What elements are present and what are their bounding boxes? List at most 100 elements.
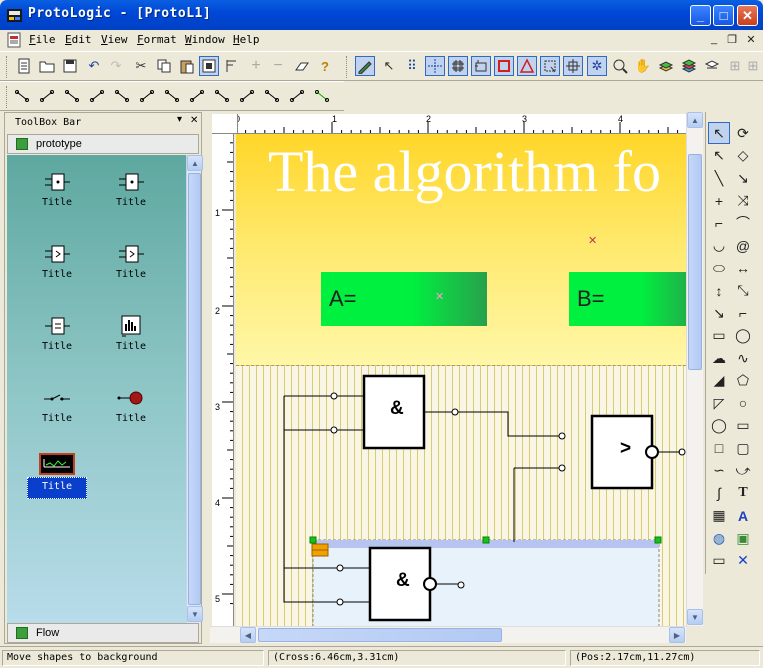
connector-8-icon[interactable] [187, 86, 207, 106]
menu-view[interactable]: View [101, 33, 128, 46]
shape-icon[interactable]: ◸ [708, 392, 730, 414]
ellipse-icon[interactable]: ⬭ [708, 257, 730, 279]
image-icon[interactable]: ▣ [732, 527, 754, 549]
callout-icon[interactable]: ▭ [708, 325, 730, 347]
connector-2-icon[interactable] [37, 86, 57, 106]
menu-help[interactable]: Help [233, 33, 260, 46]
toolbox-section-header[interactable]: prototype [7, 134, 199, 154]
line-icon[interactable]: ╲ [708, 167, 730, 189]
open-folder-icon[interactable] [37, 56, 57, 76]
triangle-icon[interactable] [517, 56, 537, 76]
rotate-icon[interactable]: ⟳ [732, 122, 754, 144]
minimize-button[interactable]: _ [690, 5, 711, 26]
new-document-icon[interactable] [14, 56, 34, 76]
variable-a-box[interactable]: A= ✕ [321, 272, 487, 326]
select-mode-icon[interactable]: ↖ [379, 56, 399, 76]
crosshair-icon[interactable] [563, 56, 583, 76]
connector-12-icon[interactable] [287, 86, 307, 106]
menu-edit[interactable]: Edit [65, 33, 92, 46]
connector-10-icon[interactable] [237, 86, 257, 106]
frame-icon[interactable] [471, 56, 491, 76]
drawing-canvas[interactable]: The algorithm fo ✕ A= ✕ B= & > & [236, 134, 686, 626]
document-icon[interactable] [6, 32, 22, 48]
edit-mode-icon[interactable] [355, 56, 375, 76]
text-icon[interactable]: T [732, 482, 754, 504]
menu-file[interactable]: File [29, 33, 56, 46]
cloud-icon[interactable]: ☁ [708, 347, 730, 369]
print-preview-icon[interactable] [199, 56, 219, 76]
cross-icon[interactable]: + [708, 190, 730, 212]
connector-13-icon[interactable] [312, 86, 332, 106]
group-anchor[interactable] [311, 543, 329, 551]
scroll-thumb[interactable] [188, 173, 201, 605]
cut-icon[interactable]: ✂ [131, 56, 151, 76]
connector-11-icon[interactable] [262, 86, 282, 106]
scroll-thumb[interactable] [258, 628, 502, 642]
toolbox-item[interactable]: Title [99, 309, 163, 375]
variable-b-box[interactable]: B= [569, 272, 686, 326]
run-icon[interactable] [702, 56, 722, 76]
scroll-up-button[interactable]: ▲ [187, 155, 203, 171]
layers-icon[interactable] [679, 56, 699, 76]
group-anchor[interactable] [311, 549, 329, 557]
scroll-down-button[interactable]: ▼ [187, 606, 203, 622]
callout2-icon[interactable]: ◯ [732, 325, 754, 347]
hand-icon[interactable]: ✋ [633, 56, 653, 76]
text-art-icon[interactable]: A [732, 505, 754, 527]
toolbox-section-footer[interactable]: Flow [7, 623, 199, 643]
rectangle-icon[interactable]: ▭ [732, 415, 754, 437]
gear-icon[interactable]: ✲ [587, 56, 607, 76]
grid-extra-icon[interactable]: ⊞ [725, 56, 745, 76]
maximize-button[interactable]: □ [713, 5, 734, 26]
s-curve-icon[interactable]: ∫ [708, 482, 730, 504]
dimension-v-icon[interactable]: ↕ [708, 280, 730, 302]
toolbox-item[interactable]: Title [99, 237, 163, 303]
toolbox-scrollbar[interactable]: ▲ ▼ [186, 155, 203, 623]
table-icon[interactable]: ▦ [708, 505, 730, 527]
measure-icon[interactable]: ↘ [708, 302, 730, 324]
canvas-heading[interactable]: The algorithm fo [268, 138, 661, 205]
toolbox-item-selected[interactable]: Title [25, 449, 89, 515]
grid-dots-icon[interactable]: ⠿ [402, 56, 422, 76]
toolbox-pin-button[interactable]: ▾ [177, 114, 182, 125]
scroll-up-button[interactable]: ▲ [687, 112, 703, 128]
spiral-icon[interactable]: @ [732, 235, 754, 257]
arc-icon[interactable]: ⌒ [732, 212, 754, 234]
dimension-h-icon[interactable]: ↔ [732, 257, 754, 279]
globe-icon[interactable]: ◍ [708, 527, 730, 549]
delete-icon[interactable]: ✕ [732, 550, 754, 572]
toolbox-item[interactable]: Title [25, 381, 89, 447]
connector-1-icon[interactable] [12, 86, 32, 106]
save-icon[interactable] [60, 56, 80, 76]
fill-icon[interactable]: ◢ [708, 370, 730, 392]
selected-group[interactable] [312, 539, 660, 626]
eraser-icon[interactable] [292, 56, 312, 76]
freehand-icon[interactable]: ∿ [732, 347, 754, 369]
menu-window[interactable]: Window [185, 33, 225, 46]
mdi-restore-button[interactable]: ❐ [724, 33, 740, 47]
measure2-icon[interactable]: ⌐ [732, 302, 754, 324]
circle-icon[interactable]: ◯ [708, 415, 730, 437]
mdi-close-button[interactable]: ✕ [743, 33, 759, 47]
mdi-minimize-button[interactable]: _ [706, 33, 722, 47]
wave-icon[interactable]: ∽ [708, 460, 730, 482]
connector-3-icon[interactable] [62, 86, 82, 106]
close-button[interactable]: ✕ [737, 5, 758, 26]
app-icon[interactable] [6, 7, 23, 24]
zoom-icon[interactable] [610, 56, 630, 76]
square-icon[interactable]: □ [708, 437, 730, 459]
polygon-icon[interactable]: ⬠ [732, 370, 754, 392]
red-square-icon[interactable] [494, 56, 514, 76]
scroll-right-button[interactable]: ▶ [669, 627, 685, 643]
grid-icon[interactable] [448, 56, 468, 76]
toolbox-item[interactable]: Title [25, 237, 89, 303]
polyline-icon[interactable]: ⌐ [708, 212, 730, 234]
undo-icon[interactable]: ↶ [84, 56, 104, 76]
canvas-vertical-scrollbar[interactable]: ▲ ▼ [686, 112, 703, 626]
connector-4-icon[interactable] [87, 86, 107, 106]
toolbox-item[interactable]: Title [99, 165, 163, 231]
add-icon[interactable]: + [246, 56, 266, 76]
toolbox-item[interactable]: Title [25, 165, 89, 231]
help-icon[interactable]: ? [315, 56, 335, 76]
select-icon[interactable] [540, 56, 560, 76]
